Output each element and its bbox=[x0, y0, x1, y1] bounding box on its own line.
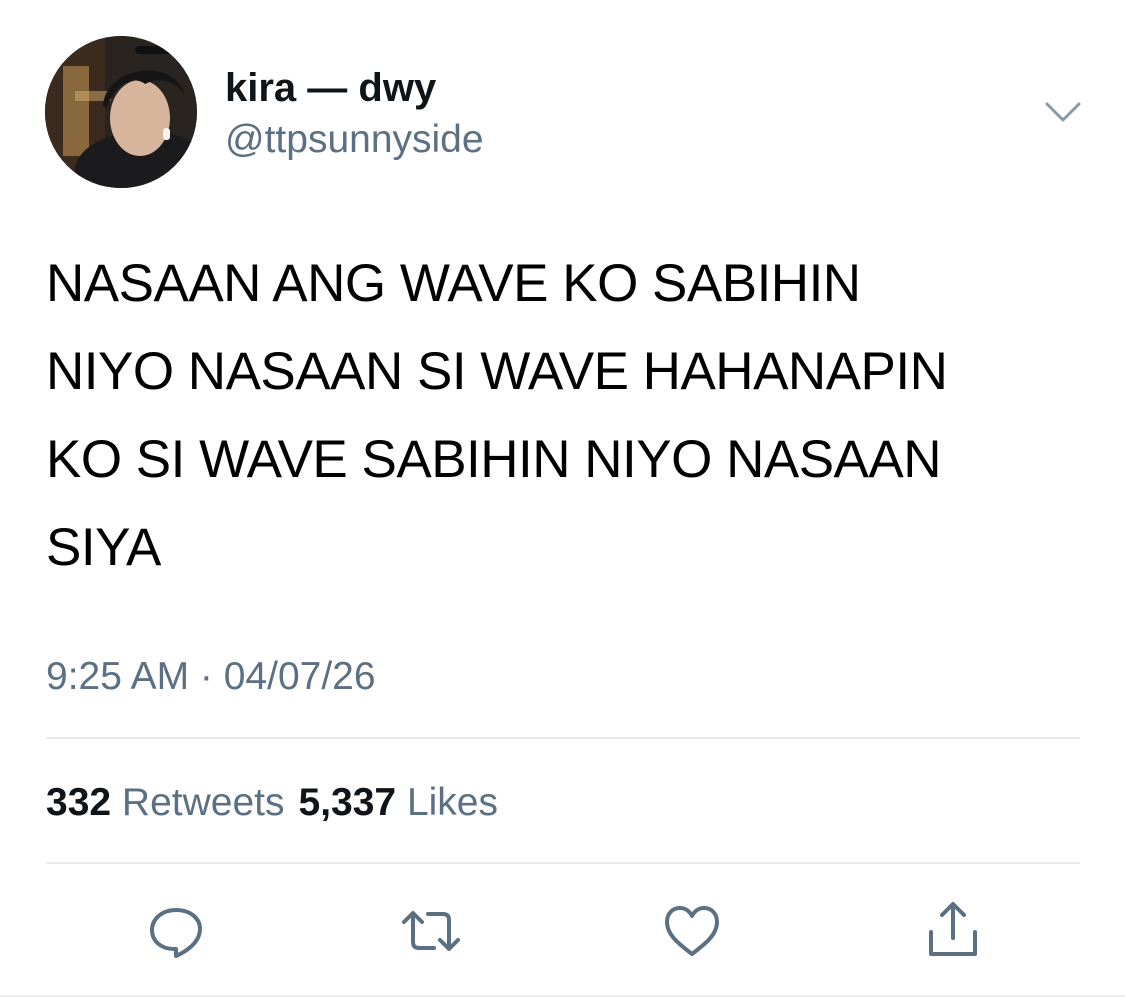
likes-stat[interactable]: 5,337 Likes bbox=[299, 781, 513, 824]
tweet-card: kira — dwy @ttpsunnyside NASAAN ANG WAVE… bbox=[0, 0, 1125, 997]
avatar-photo-icon bbox=[45, 36, 197, 188]
like-button[interactable] bbox=[659, 898, 725, 964]
tweet-text: NASAAN ANG WAVE KO SABIHIN NIYO NASAAN S… bbox=[46, 254, 948, 577]
tweet-timestamp[interactable]: 9:25 AM · 04/07/26 bbox=[46, 654, 376, 700]
reply-icon bbox=[150, 908, 202, 958]
divider bbox=[46, 737, 1080, 739]
author-block[interactable]: kira — dwy @ttpsunnyside bbox=[225, 64, 484, 164]
author-handle[interactable]: @ttpsunnyside bbox=[225, 116, 484, 164]
like-icon bbox=[665, 906, 719, 956]
tweet-stats: 332 Retweets 5,337 Likes bbox=[46, 780, 512, 826]
more-options-chevron-down-icon[interactable] bbox=[1044, 98, 1082, 126]
retweets-label: Retweets bbox=[121, 781, 285, 824]
retweets-stat[interactable]: 332 Retweets bbox=[46, 781, 299, 824]
author-display-name[interactable]: kira — dwy bbox=[225, 64, 484, 112]
share-icon bbox=[929, 902, 977, 956]
retweets-count: 332 bbox=[46, 781, 112, 824]
likes-label: Likes bbox=[406, 781, 498, 824]
likes-count: 5,337 bbox=[298, 781, 397, 824]
retweet-icon bbox=[402, 911, 460, 951]
divider bbox=[46, 862, 1080, 864]
reply-button[interactable] bbox=[143, 898, 209, 964]
avatar[interactable] bbox=[45, 36, 197, 188]
retweet-button[interactable] bbox=[398, 898, 464, 964]
share-button[interactable] bbox=[920, 898, 986, 964]
